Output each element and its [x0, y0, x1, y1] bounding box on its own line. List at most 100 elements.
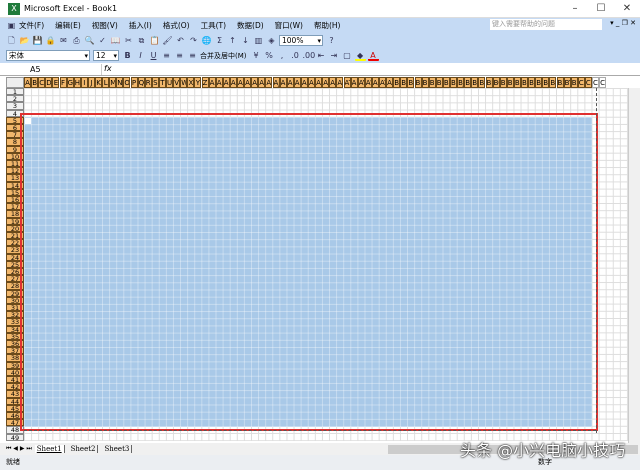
hyperlink-icon[interactable]: 🌐 [201, 35, 212, 46]
column-header[interactable]: E [52, 77, 60, 88]
column-header[interactable]: AO [308, 77, 316, 88]
column-header[interactable]: AA [208, 77, 216, 88]
column-header[interactable]: BE [421, 77, 429, 88]
column-header[interactable]: Z [201, 77, 209, 88]
align-right-icon[interactable]: ≡ [187, 50, 198, 61]
row-header[interactable]: 49 [6, 433, 24, 441]
column-header[interactable]: AI [265, 77, 273, 88]
menu-item[interactable]: 视图(V) [92, 20, 118, 31]
column-header[interactable]: H [73, 77, 81, 88]
column-header[interactable]: AF [244, 77, 252, 88]
column-header[interactable]: AY [379, 77, 387, 88]
font-color-icon[interactable]: A [367, 50, 379, 61]
column-header[interactable]: BK [464, 77, 472, 88]
column-header[interactable]: D [45, 77, 53, 88]
column-header[interactable]: AN [300, 77, 308, 88]
column-header[interactable]: AG [251, 77, 259, 88]
column-header[interactable]: BM [478, 77, 486, 88]
menu-item[interactable]: 文件(F) [19, 20, 44, 31]
column-header[interactable]: BI [450, 77, 458, 88]
column-header[interactable]: A [24, 77, 32, 88]
column-header[interactable]: S [151, 77, 159, 88]
fill-color-icon[interactable]: ◆ [354, 50, 366, 61]
column-header[interactable]: AL [286, 77, 294, 88]
column-header[interactable]: BW [549, 77, 557, 88]
column-header[interactable]: BG [435, 77, 443, 88]
column-header[interactable]: F [59, 77, 67, 88]
column-header[interactable]: AK [279, 77, 287, 88]
decrease-indent-icon[interactable]: ⇤ [316, 50, 327, 61]
menu-item[interactable]: 编辑(E) [55, 20, 81, 31]
column-header[interactable]: N [116, 77, 124, 88]
menu-item[interactable]: 数据(D) [237, 20, 264, 31]
redo-icon[interactable]: ↷ [188, 35, 199, 46]
tab-sheet1[interactable]: Sheet1 [34, 445, 65, 453]
currency-icon[interactable]: ¥ [251, 50, 262, 61]
column-header[interactable]: U [166, 77, 174, 88]
mail-icon[interactable]: ✉ [58, 35, 69, 46]
menu-item[interactable]: 格式(O) [163, 20, 190, 31]
font-select[interactable]: 宋体 [6, 50, 90, 61]
maximize-button[interactable]: ☐ [588, 0, 614, 18]
column-header[interactable]: M [109, 77, 117, 88]
column-header[interactable]: AB [215, 77, 223, 88]
column-header[interactable]: BP [499, 77, 507, 88]
menu-item[interactable]: 工具(T) [201, 20, 226, 31]
copy-icon[interactable]: ⧉ [136, 35, 147, 46]
row-header[interactable]: 2 [6, 95, 24, 103]
column-header[interactable]: X [187, 77, 195, 88]
column-header[interactable]: V [173, 77, 181, 88]
borders-icon[interactable]: ▢ [342, 50, 353, 61]
cut-icon[interactable]: ✂ [123, 35, 134, 46]
comma-icon[interactable]: , [277, 50, 288, 61]
zoom-select[interactable]: 100% [279, 34, 323, 46]
column-header[interactable]: BZ [570, 77, 578, 88]
column-header[interactable]: AQ [322, 77, 330, 88]
tab-sheet2[interactable]: Sheet2 [69, 445, 99, 453]
column-header[interactable]: O [123, 77, 131, 88]
tab-nav-buttons[interactable]: ⏮ ◀ ▶ ⏭ [6, 445, 32, 453]
column-header[interactable]: R [144, 77, 152, 88]
workbook-icon[interactable]: ▣ [6, 20, 17, 31]
italic-icon[interactable]: I [135, 50, 146, 61]
row-header[interactable]: 1 [6, 88, 24, 96]
chart-icon[interactable]: ▥ [253, 35, 264, 46]
print-preview-icon[interactable]: 🔍 [84, 35, 95, 46]
column-header[interactable]: BX [556, 77, 564, 88]
column-header[interactable]: BS [521, 77, 529, 88]
column-header[interactable]: BV [542, 77, 550, 88]
column-header[interactable]: BO [492, 77, 500, 88]
research-icon[interactable]: 📖 [110, 35, 121, 46]
spelling-icon[interactable]: ✓ [97, 35, 108, 46]
column-header[interactable]: AD [229, 77, 237, 88]
column-header[interactable]: AM [293, 77, 301, 88]
column-header[interactable]: Y [194, 77, 202, 88]
column-header[interactable]: P [130, 77, 138, 88]
font-size-select[interactable]: 12 [93, 50, 119, 61]
column-header[interactable]: T [158, 77, 166, 88]
column-header[interactable]: BD [414, 77, 422, 88]
help-icon[interactable]: ? [326, 35, 337, 46]
help-search-input[interactable]: 键入需要帮助的问题 [490, 19, 602, 30]
underline-icon[interactable]: U [148, 50, 159, 61]
paste-icon[interactable]: 📋 [149, 35, 160, 46]
column-header[interactable]: AV [357, 77, 365, 88]
tab-sheet3[interactable]: Sheet3 [102, 445, 133, 453]
column-header[interactable]: B [31, 77, 39, 88]
print-icon[interactable]: ⎙ [71, 35, 82, 46]
column-header[interactable]: BJ [457, 77, 465, 88]
bold-icon[interactable]: B [122, 50, 133, 61]
column-header[interactable]: AR [329, 77, 337, 88]
column-header[interactable]: AE [237, 77, 245, 88]
column-header[interactable]: C [38, 77, 46, 88]
column-header[interactable]: BU [535, 77, 543, 88]
workbook-window-controls[interactable]: ▾ _ ❐ ✕ [610, 19, 636, 27]
column-header[interactable]: BB [400, 77, 408, 88]
column-header[interactable]: I [80, 77, 88, 88]
row-header[interactable]: 3 [6, 102, 24, 110]
column-header[interactable]: AS [336, 77, 344, 88]
column-header[interactable]: K [95, 77, 103, 88]
column-header[interactable]: AX [371, 77, 379, 88]
autosum-icon[interactable]: Σ [214, 35, 225, 46]
column-header[interactable]: AP [315, 77, 323, 88]
